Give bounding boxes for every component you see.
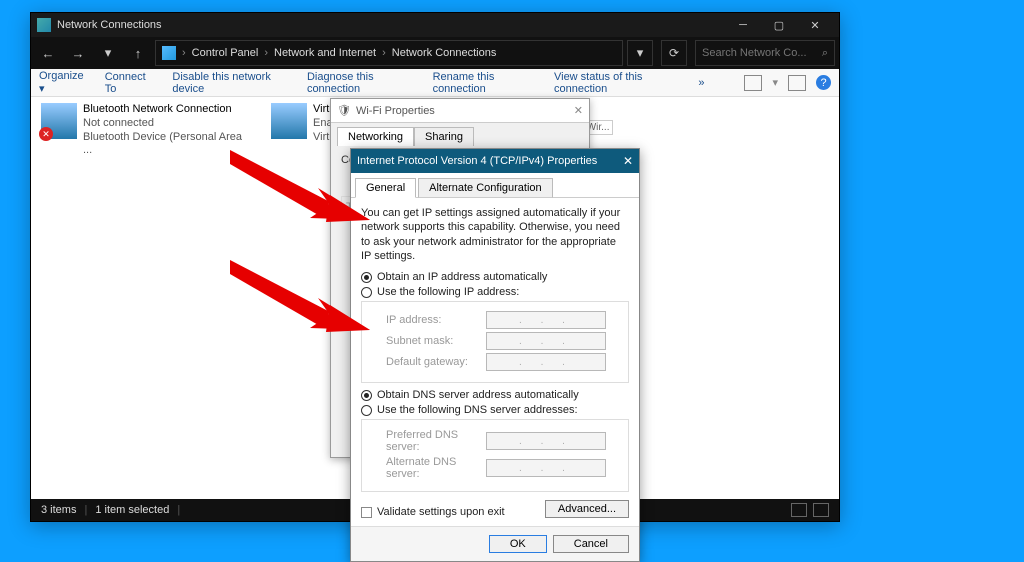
status-view-icons (791, 503, 829, 517)
preferred-dns-input[interactable]: . . . (486, 432, 606, 450)
wifi-close-button[interactable]: ✕ (574, 104, 583, 117)
maximize-button[interactable]: ▢ (761, 13, 797, 37)
radio-icon[interactable] (361, 405, 372, 416)
radio-dns-auto[interactable]: Obtain DNS server address automatically (361, 389, 629, 401)
radio-label: Use the following IP address: (377, 286, 519, 298)
radio-label: Obtain an IP address automatically (377, 271, 547, 283)
wifi-dialog-title: Wi-Fi Properties (356, 105, 435, 117)
annotation-arrow-1 (230, 150, 370, 230)
cmd-connect[interactable]: Connect To (105, 71, 153, 95)
wifi-tabs: Networking Sharing (331, 123, 589, 146)
connection-device: Bluetooth Device (Personal Area ... (83, 131, 251, 159)
wifi-tab-networking[interactable]: Networking (337, 127, 414, 146)
virtualbox-icon (271, 103, 307, 139)
wifi-tab-sharing[interactable]: Sharing (414, 127, 474, 146)
cmd-more[interactable]: » (698, 77, 704, 89)
field-dns-preferred: Preferred DNS server: . . . (386, 429, 620, 453)
search-box[interactable]: ⌕ (695, 40, 835, 66)
back-button[interactable]: ← (35, 40, 61, 66)
command-bar: Organize ▾ Connect To Disable this netwo… (31, 69, 839, 97)
search-input[interactable] (702, 47, 812, 59)
window-icon (37, 18, 51, 32)
connection-name: Bluetooth Network Connection (83, 103, 251, 117)
cmd-viewstatus[interactable]: View status of this connection (554, 71, 678, 95)
radio-ip-manual[interactable]: Use the following IP address: (361, 286, 629, 298)
tcp-tabs: General Alternate Configuration (351, 173, 639, 198)
help-button[interactable]: ? (816, 75, 831, 90)
cmd-diagnose[interactable]: Diagnose this connection (307, 71, 413, 95)
breadcrumb-dropdown[interactable]: ▾ (627, 40, 653, 66)
field-subnet: Subnet mask: . . . (386, 332, 620, 350)
refresh-button[interactable]: ⟳ (661, 40, 687, 66)
navbar: ← → ▾ ↑ › Control Panel › Network and In… (31, 37, 839, 69)
connection-item-bluetooth[interactable]: ✕ Bluetooth Network Connection Not conne… (41, 103, 251, 158)
titlebar: Network Connections ─ ▢ ✕ (31, 13, 839, 37)
validate-label: Validate settings upon exit (377, 506, 505, 518)
dialog-button-row: OK Cancel (351, 526, 639, 561)
connection-status: Not connected (83, 117, 251, 131)
status-selected: 1 item selected (95, 504, 169, 516)
minimize-button[interactable]: ─ (725, 13, 761, 37)
cancel-button[interactable]: Cancel (553, 535, 629, 553)
ip-manual-group: IP address: . . . Subnet mask: . . . Def… (361, 301, 629, 383)
advanced-button[interactable]: Advanced... (545, 500, 629, 518)
tcp-dialog-title: Internet Protocol Version 4 (TCP/IPv4) P… (357, 155, 597, 167)
subnet-input[interactable]: . . . (486, 332, 606, 350)
validate-checkbox[interactable] (361, 507, 372, 518)
breadcrumb-control-panel[interactable]: Control Panel (188, 47, 263, 59)
view-button-1[interactable] (744, 75, 762, 91)
radio-ip-auto[interactable]: Obtain an IP address automatically (361, 271, 629, 283)
search-icon: ⌕ (822, 47, 828, 60)
alternate-dns-input[interactable]: . . . (486, 459, 606, 477)
dns-manual-group: Preferred DNS server: . . . Alternate DN… (361, 419, 629, 492)
breadcrumb-network-connections[interactable]: Network Connections (388, 47, 501, 59)
window-buttons: ─ ▢ ✕ (725, 13, 833, 37)
radio-label: Use the following DNS server addresses: (377, 404, 578, 416)
bottom-row: Validate settings upon exit Advanced... (361, 500, 629, 518)
status-icon-1[interactable] (791, 503, 807, 517)
close-button[interactable]: ✕ (797, 13, 833, 37)
tcp-dialog-header[interactable]: Internet Protocol Version 4 (TCP/IPv4) P… (351, 149, 639, 173)
radio-label: Obtain DNS server address automatically (377, 389, 579, 401)
tcp-body: You can get IP settings assigned automat… (351, 198, 639, 526)
field-dns-alternate: Alternate DNS server: . . . (386, 456, 620, 480)
cmd-disable[interactable]: Disable this network device (172, 71, 287, 95)
breadcrumb[interactable]: › Control Panel › Network and Internet ›… (155, 40, 623, 66)
wifi-dialog-header: 🛡 Wi-Fi Properties ✕ (331, 99, 589, 123)
ok-button[interactable]: OK (489, 535, 547, 553)
breadcrumb-icon (162, 46, 176, 60)
error-overlay-icon: ✕ (39, 127, 53, 141)
view-icons: ▾ ? (744, 75, 831, 91)
cmd-rename[interactable]: Rename this connection (433, 71, 534, 95)
forward-button[interactable]: → (65, 40, 91, 66)
view-button-2[interactable] (788, 75, 806, 91)
tcp-close-button[interactable]: ✕ (623, 154, 633, 168)
annotation-arrow-2 (230, 260, 370, 340)
tcp-ipv4-dialog: Internet Protocol Version 4 (TCP/IPv4) P… (350, 148, 640, 562)
validate-check-row[interactable]: Validate settings upon exit (361, 506, 505, 518)
tcp-tab-alternate[interactable]: Alternate Configuration (418, 178, 553, 198)
radio-dns-manual[interactable]: Use the following DNS server addresses: (361, 404, 629, 416)
up-button[interactable]: ↑ (125, 40, 151, 66)
cmd-organize[interactable]: Organize ▾ (39, 70, 85, 95)
ip-address-input[interactable]: . . . (486, 311, 606, 329)
status-icon-2[interactable] (813, 503, 829, 517)
breadcrumb-network-internet[interactable]: Network and Internet (270, 47, 380, 59)
tcp-description: You can get IP settings assigned automat… (361, 206, 629, 263)
bluetooth-icon: ✕ (41, 103, 77, 139)
history-dropdown[interactable]: ▾ (95, 40, 121, 66)
field-ip-address: IP address: . . . (386, 311, 620, 329)
status-count: 3 items (41, 504, 76, 516)
radio-icon[interactable] (361, 390, 372, 401)
field-gateway: Default gateway: . . . (386, 353, 620, 371)
window-title: Network Connections (57, 19, 725, 31)
gateway-input[interactable]: . . . (486, 353, 606, 371)
connection-text: Bluetooth Network Connection Not connect… (83, 103, 251, 158)
